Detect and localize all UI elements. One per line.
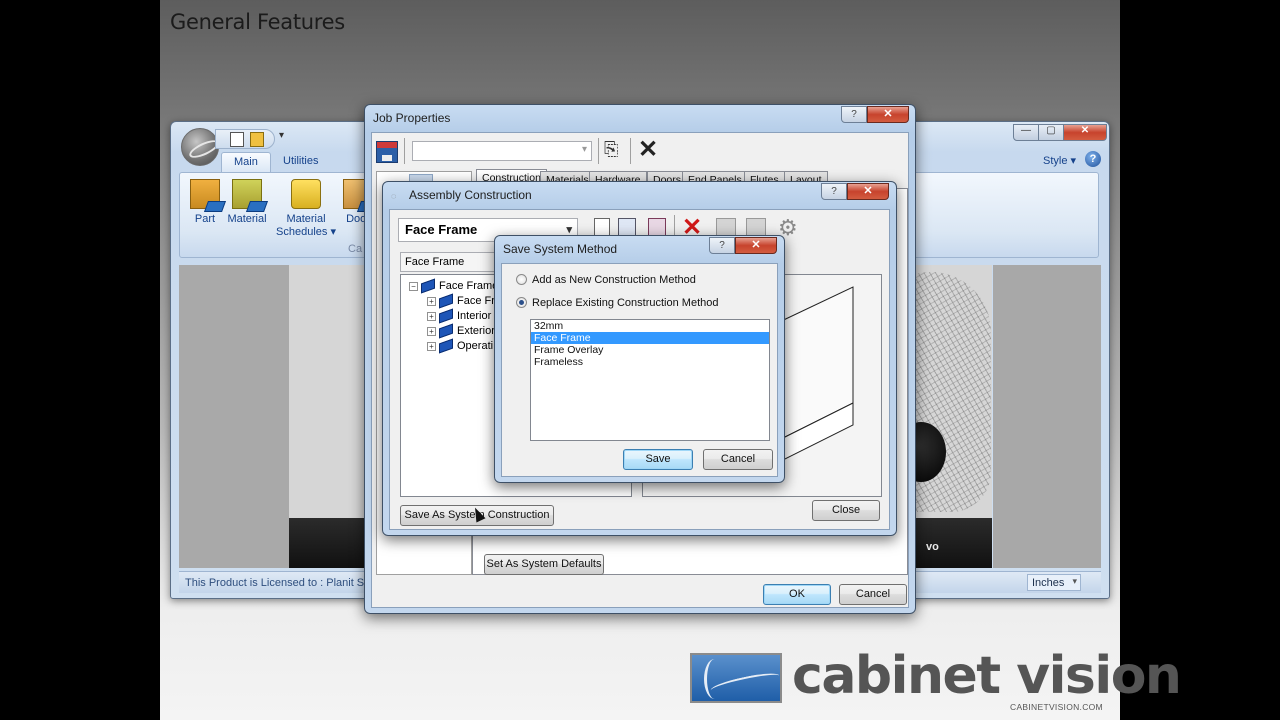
toolbar-separator xyxy=(404,138,405,164)
tree-node-label: Interior xyxy=(457,310,492,322)
splash-text: vo xyxy=(926,541,939,553)
add-new-method-radio[interactable]: Add as New Construction Method xyxy=(516,274,696,286)
help-button[interactable]: ? xyxy=(841,106,867,123)
brand-wordmark: cabinet vision xyxy=(792,646,1182,706)
material-icon xyxy=(232,179,269,212)
tree-node-label: Exterior xyxy=(457,325,495,337)
cancel-button[interactable]: Cancel xyxy=(703,449,773,470)
ribbon-button-label-line2: Schedules ▾ xyxy=(276,226,336,238)
style-menu[interactable]: Style ▾ xyxy=(1043,154,1076,167)
construction-method-list[interactable]: 32mm Face Frame Frame Overlay Frameless xyxy=(530,319,770,441)
registered-mark: ® xyxy=(1102,688,1108,695)
ribbon-button-material-schedules[interactable]: Material Schedules ▾ xyxy=(274,179,338,238)
ribbon-tab-utilities[interactable]: Utilities xyxy=(271,152,330,172)
ribbon-button-label: Material xyxy=(227,213,267,225)
ribbon-tab-main[interactable]: Main xyxy=(221,152,271,172)
radio-label: Add as New Construction Method xyxy=(532,274,696,286)
material-schedules-icon xyxy=(291,179,321,209)
expand-icon[interactable]: + xyxy=(427,341,436,351)
replace-existing-method-radio[interactable]: Replace Existing Construction Method xyxy=(516,297,718,309)
workspace-left xyxy=(179,265,289,568)
brand-url: CABINETVISION.COM xyxy=(1010,702,1103,712)
toolbar-separator xyxy=(598,138,599,164)
book-icon xyxy=(439,308,453,324)
dialog-app-icon: ◌ xyxy=(391,191,397,201)
book-icon xyxy=(439,323,453,339)
help-button[interactable]: ? xyxy=(821,183,847,200)
help-icon[interactable]: ? xyxy=(1085,151,1101,167)
dialog-body: Add as New Construction Method Replace E… xyxy=(501,263,778,477)
close-button[interactable]: ✕ xyxy=(867,106,909,123)
expand-icon[interactable]: + xyxy=(427,326,436,336)
radio-label: Replace Existing Construction Method xyxy=(532,297,719,309)
customize-toolbar-icon[interactable]: ▾ xyxy=(279,130,284,141)
expand-icon[interactable]: + xyxy=(427,296,436,306)
dialog-title: Job Properties xyxy=(373,111,451,125)
minimize-button[interactable]: — xyxy=(1013,124,1039,141)
cancel-button[interactable]: Cancel xyxy=(839,584,907,605)
list-item[interactable]: 32mm xyxy=(531,320,769,332)
job-method-combo[interactable] xyxy=(412,141,592,161)
save-button[interactable]: Save xyxy=(623,449,693,470)
collapse-icon[interactable]: − xyxy=(409,281,418,291)
tree-node-root[interactable]: − Face Frame xyxy=(409,278,499,294)
close-button[interactable]: ✕ xyxy=(847,183,889,200)
copy-icon[interactable]: ⎘ xyxy=(604,139,626,163)
workspace-right xyxy=(993,265,1101,568)
tree-node[interactable]: + Face Fr xyxy=(427,293,495,309)
close-window-button[interactable]: ✕ xyxy=(1063,124,1107,141)
tree-node[interactable]: + Interior xyxy=(427,308,492,324)
ribbon-button-part[interactable]: Part xyxy=(190,179,227,225)
radio-button-selected[interactable] xyxy=(516,297,527,308)
application-menu-orb-icon[interactable] xyxy=(181,128,219,166)
tree-node[interactable]: + Operati xyxy=(427,338,494,354)
help-button[interactable]: ? xyxy=(709,237,735,254)
list-item-selected[interactable]: Face Frame xyxy=(531,332,769,344)
book-icon xyxy=(439,338,453,354)
radio-button[interactable] xyxy=(516,274,527,285)
set-as-system-defaults-button[interactable]: Set As System Defaults xyxy=(484,554,604,575)
export-icon[interactable] xyxy=(746,218,766,236)
expand-icon[interactable]: + xyxy=(427,311,436,321)
list-item[interactable]: Frame Overlay xyxy=(531,344,769,356)
tree-node-label: Face Frame xyxy=(439,280,499,292)
license-status-text: This Product is Licensed to : Planit So xyxy=(185,577,371,589)
dialog-title: Assembly Construction xyxy=(409,188,532,202)
tree-node-label: Face Fr xyxy=(457,295,495,307)
maximize-button[interactable]: ▢ xyxy=(1038,124,1064,141)
list-item[interactable]: Frameless xyxy=(531,356,769,368)
quick-access-toolbar xyxy=(215,129,275,149)
toolbar-separator xyxy=(630,138,631,164)
open-folder-icon[interactable] xyxy=(250,132,264,147)
tree-node-label: Operati xyxy=(457,340,494,352)
book-icon xyxy=(439,293,453,309)
dialog-title: Save System Method xyxy=(503,242,618,256)
close-button[interactable]: ✕ xyxy=(735,237,777,254)
close-dialog-button[interactable]: Close xyxy=(812,500,880,521)
ribbon-button-material[interactable]: Material xyxy=(224,179,270,225)
save-system-method-dialog: Save System Method ? ✕ Add as New Constr… xyxy=(494,235,785,483)
units-select[interactable]: Inches xyxy=(1027,574,1081,591)
ribbon-button-label: Part xyxy=(194,213,216,225)
save-icon[interactable] xyxy=(376,141,398,163)
ok-button[interactable]: OK xyxy=(763,584,831,605)
new-document-icon[interactable] xyxy=(230,132,244,147)
cabinet-vision-logo-icon xyxy=(690,653,782,703)
import-icon[interactable] xyxy=(716,218,736,236)
book-icon xyxy=(421,278,435,294)
delete-icon[interactable]: ✕ xyxy=(638,135,658,164)
part-icon xyxy=(190,179,227,212)
tree-node[interactable]: + Exterior xyxy=(427,323,495,339)
ribbon-button-label-line1: Material xyxy=(286,213,326,225)
slide-title: General Features xyxy=(170,10,345,34)
ribbon-group-label: Ca xyxy=(348,243,363,255)
